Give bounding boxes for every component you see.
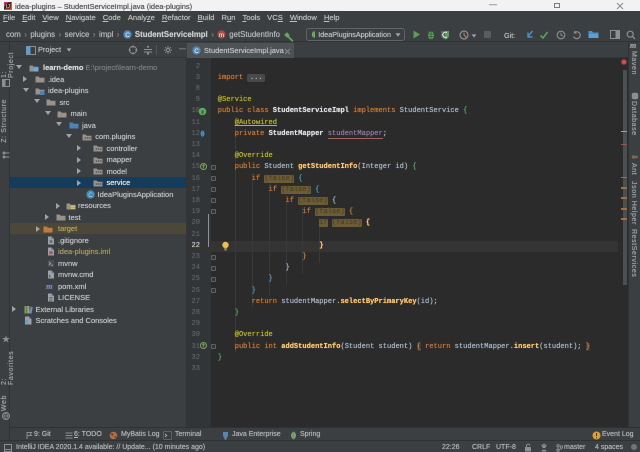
svg-text:m: m	[219, 32, 224, 39]
svg-text:IJ: IJ	[6, 4, 10, 10]
svg-text:C: C	[88, 191, 93, 198]
svg-text:C: C	[194, 48, 199, 55]
svg-text:C: C	[125, 32, 130, 39]
